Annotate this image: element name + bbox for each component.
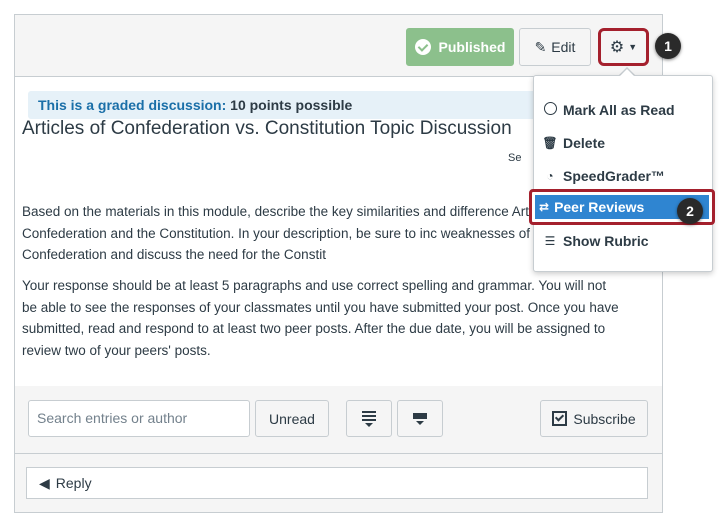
gear-icon: ⚙ xyxy=(609,39,625,56)
callout-1: 1 xyxy=(655,33,681,59)
caret-down-icon: ▼ xyxy=(628,42,638,52)
topic-paragraph-2: Your response should be at least 5 parag… xyxy=(22,278,619,358)
speedgrader-icon: ◔ xyxy=(546,169,554,183)
discussion-toolbar: Published ✎ Edit ⚙ ▼ xyxy=(15,15,662,77)
menu-item-mark-all-read[interactable]: Mark All as Read xyxy=(542,96,675,124)
published-button[interactable]: Published xyxy=(406,28,514,66)
menu-item-label: SpeedGrader™ xyxy=(563,168,665,184)
subscribe-button[interactable]: Subscribe xyxy=(540,400,648,437)
menu-item-label: Show Rubric xyxy=(563,233,649,249)
search-input[interactable]: Search entries or author xyxy=(28,400,250,437)
peer-review-icon: ⇄ xyxy=(539,200,550,214)
unread-label: Unread xyxy=(269,410,315,427)
search-placeholder: Search entries or author xyxy=(37,410,188,426)
menu-item-label: Mark All as Read xyxy=(563,102,675,118)
menu-item-show-rubric[interactable]: ☰ Show Rubric xyxy=(542,227,649,255)
menu-item-label: Peer Reviews xyxy=(554,199,645,215)
settings-dropdown-menu: Mark All as Read 🗑 Delete ◔ SpeedGrader™… xyxy=(533,75,713,272)
trash-icon: 🗑 xyxy=(542,136,558,150)
expand-threads-button[interactable] xyxy=(346,400,392,437)
settings-menu-button[interactable]: ⚙ ▼ xyxy=(598,28,649,66)
menu-item-delete[interactable]: 🗑 Delete xyxy=(542,129,605,157)
menu-item-label: Delete xyxy=(563,135,606,151)
graded-notice-points: 10 points possible xyxy=(230,97,353,113)
reply-button[interactable]: ◀ Reply xyxy=(26,467,648,499)
edit-label: Edit xyxy=(551,39,576,55)
topic-meta: Se xyxy=(508,152,522,164)
pencil-icon: ✎ xyxy=(534,38,547,55)
callout-2: 2 xyxy=(677,198,703,224)
reply-label: Reply xyxy=(55,475,92,491)
collapse-threads-button[interactable] xyxy=(397,400,443,437)
topic-title: Articles of Confederation vs. Constituti… xyxy=(22,118,512,139)
expand-icon xyxy=(362,410,376,427)
unread-button[interactable]: Unread xyxy=(255,400,329,437)
graded-notice-prefix: This is a graded discussion: xyxy=(38,97,227,113)
circle-icon xyxy=(542,102,558,118)
subscribe-label: Subscribe xyxy=(573,410,636,427)
published-check-icon xyxy=(414,39,431,55)
edit-button[interactable]: ✎ Edit xyxy=(519,28,591,66)
menu-pointer-inner xyxy=(620,69,634,76)
graded-notice: This is a graded discussion: 10 points p… xyxy=(28,91,548,119)
published-label: Published xyxy=(438,39,506,55)
checkbox-icon xyxy=(552,411,568,426)
reply-arrow-icon: ◀ xyxy=(39,475,50,491)
collapse-icon xyxy=(413,412,427,425)
rubric-icon: ☰ xyxy=(544,234,556,248)
menu-item-speedgrader[interactable]: ◔ SpeedGrader™ xyxy=(542,162,665,190)
